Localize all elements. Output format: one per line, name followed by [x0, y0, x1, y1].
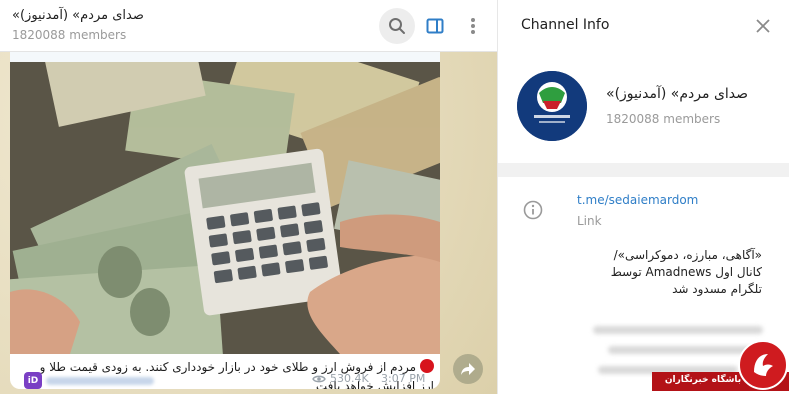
- close-icon: [756, 19, 770, 33]
- watermark: باشگاه خبرنگاران: [652, 340, 789, 394]
- panel-title: Channel Info: [521, 17, 610, 33]
- watermark-logo-icon: [754, 354, 773, 376]
- toggle-info-panel-button[interactable]: [417, 8, 453, 44]
- section-divider: [498, 163, 789, 177]
- red-circle-icon: [420, 359, 434, 373]
- forward-button[interactable]: [453, 354, 483, 384]
- forward-arrow-icon: [461, 363, 475, 375]
- channel-link-label: Link: [577, 214, 602, 228]
- search-button[interactable]: [379, 8, 415, 44]
- channel-description: «آگاهی، مبارزه، دموکراسی»/ کانال اول Ama…: [610, 248, 762, 296]
- eye-icon: [312, 375, 326, 382]
- watermark-logo: [738, 340, 788, 390]
- info-icon: [523, 200, 543, 224]
- message-meta: iD 530.4K 3:07 PM: [10, 372, 440, 389]
- blurred-row: [593, 326, 763, 334]
- more-vertical-icon: [471, 18, 475, 34]
- more-options-button[interactable]: [455, 8, 491, 44]
- close-panel-button[interactable]: [751, 14, 775, 38]
- chat-members: 1820088 members: [12, 28, 127, 42]
- message-time: 3:07 PM: [381, 372, 426, 385]
- sidebar-toggle-icon: [426, 18, 444, 34]
- message-bubble[interactable]: مردم از فروش ارز و طلای خود در بازار خود…: [10, 52, 440, 389]
- channel-avatar[interactable]: [517, 71, 587, 141]
- id-bot-icon[interactable]: iD: [24, 372, 42, 389]
- channel-name: «صدای مردم» (آمدنیوز): [606, 86, 749, 102]
- channel-members: 1820088 members: [606, 112, 721, 126]
- watermark-text: باشگاه خبرنگاران: [664, 375, 742, 385]
- chat-pane: «صدای مردم» (آمدنیوز) 1820088 members مر…: [0, 0, 497, 394]
- message-photo[interactable]: [10, 62, 440, 354]
- chat-header[interactable]: «صدای مردم» (آمدنیوز) 1820088 members: [0, 0, 497, 52]
- channel-logo-icon: [517, 71, 587, 141]
- blurred-signature: [46, 377, 154, 385]
- channel-info-panel: Channel Info «صدای مردم» (آمدنیوز) 18200…: [497, 0, 789, 394]
- views-count: 530.4K: [330, 372, 369, 385]
- chat-title[interactable]: «صدای مردم» (آمدنیوز): [12, 8, 144, 23]
- search-icon: [389, 18, 405, 34]
- previous-message-edge: [10, 52, 440, 62]
- channel-link[interactable]: t.me/sedaiemardom: [577, 193, 698, 207]
- money-calculator-photo: [10, 62, 440, 354]
- views-counter: 530.4K: [312, 372, 369, 385]
